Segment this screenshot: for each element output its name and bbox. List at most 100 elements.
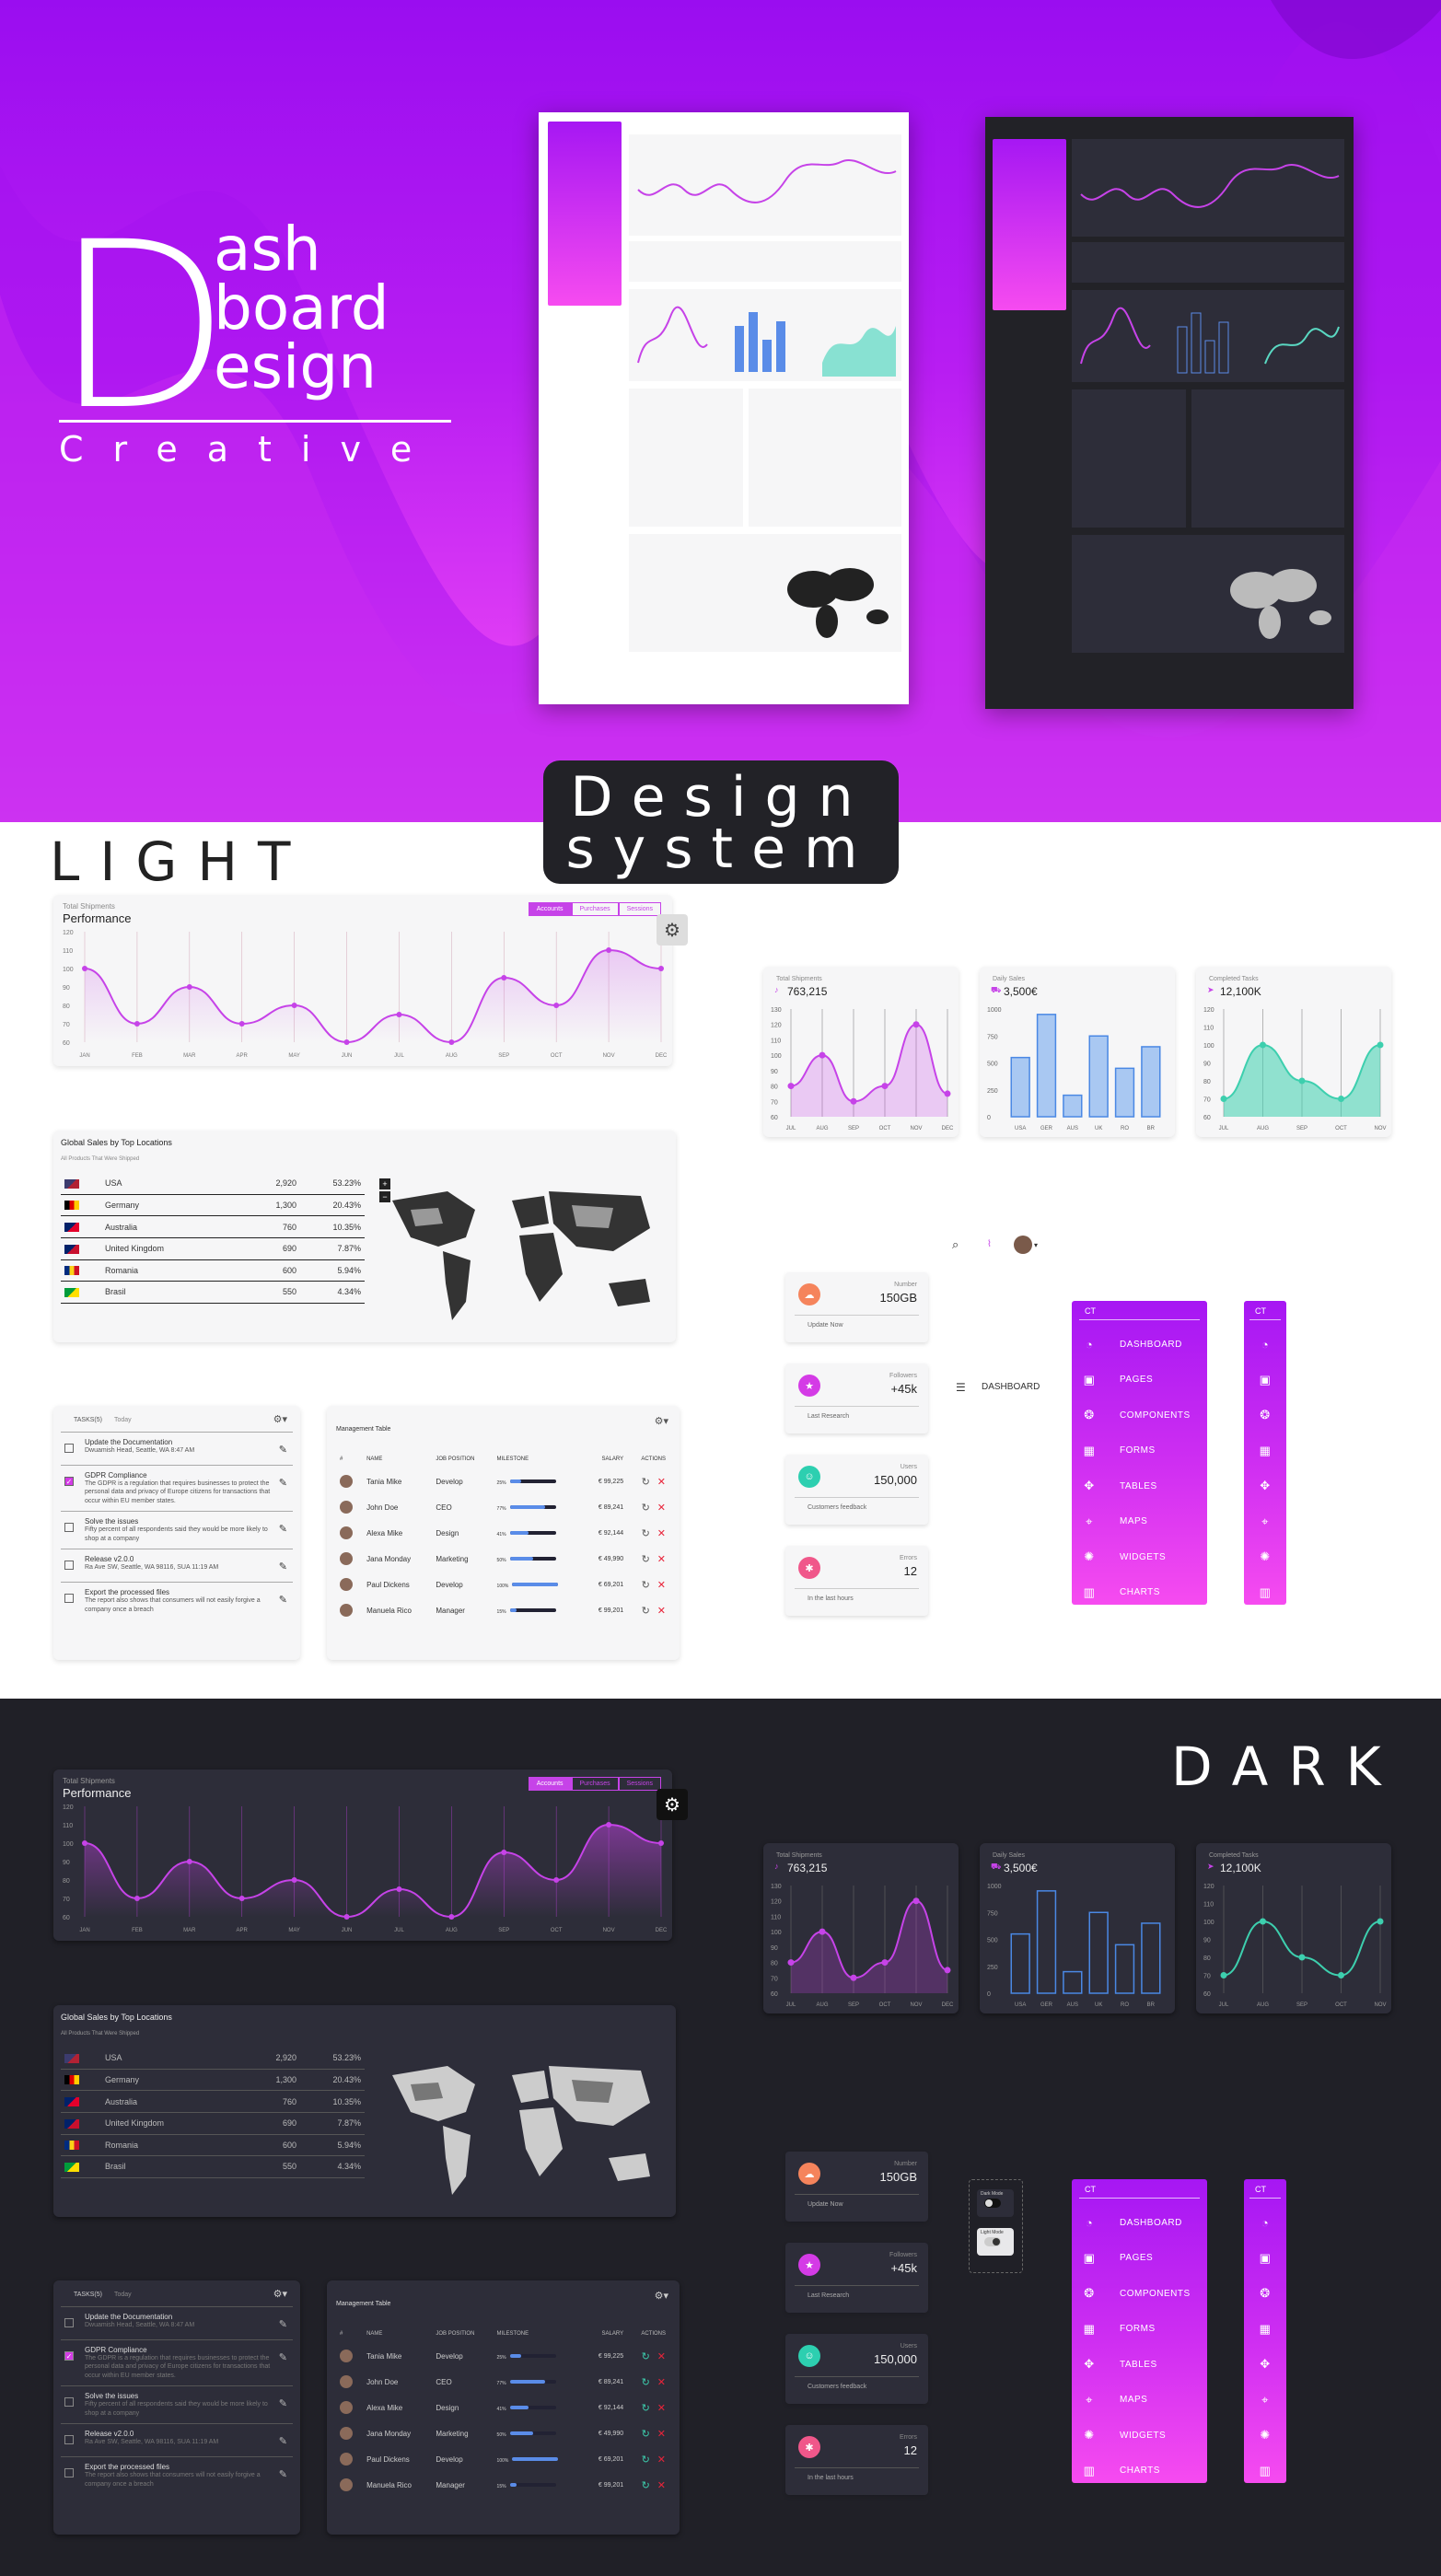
close-icon[interactable]: ✕ [657,1580,666,1591]
tab-purchases[interactable]: Purchases [571,902,619,916]
sidebar-item-widgets[interactable]: ✺ WIDGETS [1072,2418,1207,2453]
sidebar-item-pages[interactable]: ▣ [1244,2241,1286,2276]
tasks-settings-icon[interactable]: ⚙▾ [273,1413,287,1425]
close-icon[interactable]: ✕ [657,1528,666,1539]
sidebar-item-components[interactable]: ❂ [1244,2276,1286,2311]
close-icon[interactable]: ✕ [657,1606,666,1617]
settings-gear-icon[interactable]: ⚙ [657,914,688,946]
tab-accounts[interactable]: Accounts [528,902,572,916]
sidebar-item-maps[interactable]: ⌖ MAPS [1072,2383,1207,2418]
sidebar-item-components[interactable]: ❂ COMPONENTS [1072,2276,1207,2311]
sidebar-item-tables[interactable]: ✥ TABLES [1072,1468,1207,1503]
refresh-icon[interactable]: ↻ [642,1554,650,1565]
task-checkbox[interactable]: ✓ [64,1477,74,1486]
close-icon[interactable]: ✕ [657,1477,666,1488]
edit-pencil-icon[interactable]: ✎ [279,2435,287,2447]
sidebar-item-pages[interactable]: ▣ PAGES [1072,1363,1207,1398]
refresh-icon[interactable]: ↻ [642,2351,650,2362]
management-settings-icon[interactable]: ⚙▾ [655,2290,668,2302]
refresh-icon[interactable]: ↻ [642,1528,650,1539]
refresh-icon[interactable]: ↻ [642,1580,650,1591]
edit-pencil-icon[interactable]: ✎ [279,2397,287,2409]
sidebar-item-maps[interactable]: ⌖ [1244,2383,1286,2418]
user-avatar[interactable] [1014,1236,1032,1254]
close-icon[interactable]: ✕ [657,2351,666,2362]
task-checkbox[interactable] [64,2397,74,2408]
tab-purchases[interactable]: Purchases [571,1777,619,1791]
management-settings-icon[interactable]: ⚙▾ [655,1415,668,1427]
edit-pencil-icon[interactable]: ✎ [279,2318,287,2330]
sidebar-item-widgets[interactable]: ✺ WIDGETS [1072,1539,1207,1574]
edit-pencil-icon[interactable]: ✎ [279,1477,287,1489]
edit-pencil-icon[interactable]: ✎ [279,1523,287,1535]
close-icon[interactable]: ✕ [657,2429,666,2440]
sidebar-item-maps[interactable]: ⌖ MAPS [1072,1504,1207,1539]
task-checkbox[interactable]: ✓ [64,2351,74,2361]
close-icon[interactable]: ✕ [657,1554,666,1565]
stat-footer[interactable]: In the last hours [808,1595,854,1602]
refresh-icon[interactable]: ↻ [642,2454,650,2466]
sidebar-item-tables[interactable]: ✥ [1244,1468,1286,1503]
settings-gear-icon[interactable]: ⚙ [657,1789,688,1820]
sidebar-item-charts[interactable]: ▥ [1244,2454,1286,2489]
stat-footer[interactable]: In the last hours [808,2475,854,2481]
task-checkbox[interactable] [64,1444,74,1453]
refresh-icon[interactable]: ↻ [642,2403,650,2414]
stat-footer[interactable]: Last Research [808,2292,849,2299]
activity-icon[interactable]: ⌇ [987,1239,992,1249]
task-checkbox[interactable] [64,2435,74,2445]
sidebar-item-forms[interactable]: ▦ FORMS [1072,2312,1207,2347]
task-checkbox[interactable] [64,1561,74,1571]
refresh-icon[interactable]: ↻ [642,2377,650,2388]
edit-pencil-icon[interactable]: ✎ [279,1594,287,1606]
close-icon[interactable]: ✕ [657,2454,666,2466]
chevron-down-icon[interactable]: ▾ [1034,1241,1038,1249]
sidebar-item-forms[interactable]: ▦ FORMS [1072,1433,1207,1468]
refresh-icon[interactable]: ↻ [642,1606,650,1617]
sidebar-item-widgets[interactable]: ✺ [1244,1539,1286,1574]
sidebar-item-dashboard[interactable]: ◔ [1244,1327,1286,1362]
close-icon[interactable]: ✕ [657,2377,666,2388]
search-icon[interactable]: ⌕ [952,1237,959,1252]
sidebar-item-components[interactable]: ❂ COMPONENTS [1072,1398,1207,1433]
refresh-icon[interactable]: ↻ [642,1477,650,1488]
sidebar-item-charts[interactable]: ▥ CHARTS [1072,2454,1207,2489]
tab-tasks[interactable]: TASKS(5) [74,2292,102,2298]
sidebar-item-pages[interactable]: ▣ PAGES [1072,2241,1207,2276]
stat-footer[interactable]: Last Research [808,1413,849,1420]
sidebar-item-dashboard[interactable]: ◔ DASHBOARD [1072,1327,1207,1362]
sidebar-item-charts[interactable]: ▥ CHARTS [1072,1575,1207,1610]
task-checkbox[interactable] [64,1594,74,1604]
stat-footer[interactable]: Customers feedback [808,2384,866,2390]
close-icon[interactable]: ✕ [657,2480,666,2491]
menu-list-icon[interactable]: ☰ [956,1381,966,1394]
refresh-icon[interactable]: ↻ [642,2429,650,2440]
edit-pencil-icon[interactable]: ✎ [279,2468,287,2480]
tab-accounts[interactable]: Accounts [528,1777,572,1791]
tab-sessions[interactable]: Sessions [618,1777,661,1791]
task-checkbox[interactable] [64,2468,74,2478]
stat-footer[interactable]: Update Now [808,2201,843,2208]
sidebar-item-widgets[interactable]: ✺ [1244,2418,1286,2453]
sidebar-item-maps[interactable]: ⌖ [1244,1504,1286,1539]
sidebar-item-forms[interactable]: ▦ [1244,2312,1286,2347]
world-map[interactable] [374,1173,668,1329]
world-map[interactable] [374,2048,668,2204]
edit-pencil-icon[interactable]: ✎ [279,2351,287,2363]
close-icon[interactable]: ✕ [657,2403,666,2414]
sidebar-item-charts[interactable]: ▥ [1244,1575,1286,1610]
sidebar-item-dashboard[interactable]: ◔ DASHBOARD [1072,2205,1207,2240]
tab-tasks[interactable]: TASKS(5) [74,1417,102,1423]
tab-today[interactable]: Today [114,1417,132,1423]
task-checkbox[interactable] [64,1523,74,1533]
edit-pencil-icon[interactable]: ✎ [279,1444,287,1456]
sidebar-item-tables[interactable]: ✥ [1244,2347,1286,2382]
light-mode-toggle[interactable]: Light Mode [977,2228,1014,2256]
sidebar-item-components[interactable]: ❂ [1244,1398,1286,1433]
refresh-icon[interactable]: ↻ [642,2480,650,2491]
tab-today[interactable]: Today [114,2292,132,2298]
dark-mode-toggle[interactable]: Dark Mode [977,2189,1014,2217]
close-icon[interactable]: ✕ [657,1503,666,1514]
sidebar-item-tables[interactable]: ✥ TABLES [1072,2347,1207,2382]
tasks-settings-icon[interactable]: ⚙▾ [273,2288,287,2300]
